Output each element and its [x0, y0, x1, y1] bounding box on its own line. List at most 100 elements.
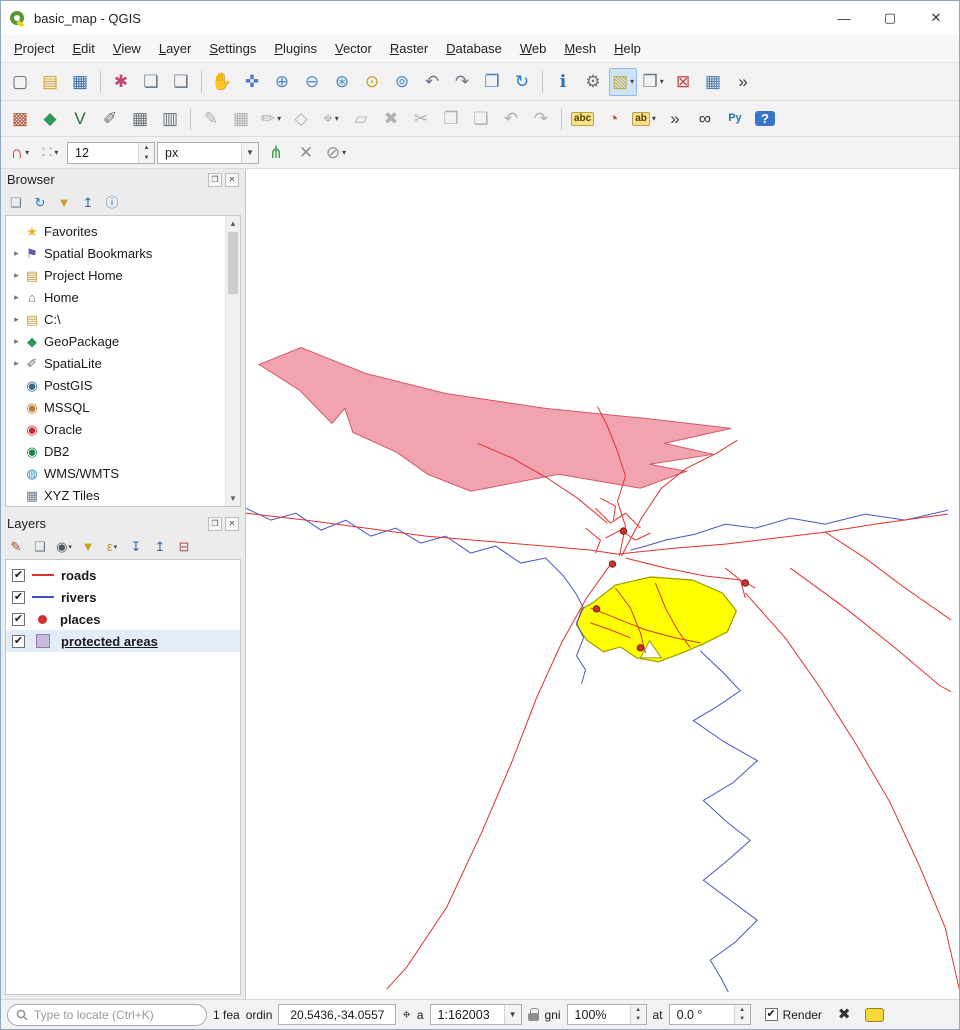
menu-layer[interactable]: Layer — [150, 37, 201, 60]
expand-arrow-icon[interactable]: ▸ — [10, 292, 23, 303]
new-virtual-layer-button[interactable]: ▥ — [156, 105, 184, 133]
browser-scrollbar[interactable]: ▲ ▼ — [225, 216, 240, 506]
coordinate-input[interactable]: 20.5436,-34.0557 — [278, 1004, 396, 1025]
select-features-dropdown-caret[interactable]: ▾ — [630, 77, 634, 86]
snapping-tolerance-spinbox[interactable]: 12 ▲ ▼ — [67, 142, 155, 164]
layer-name[interactable]: places — [60, 612, 100, 627]
menu-view[interactable]: View — [104, 37, 150, 60]
browser-filter-button[interactable]: ▼ — [53, 192, 75, 214]
pan-to-selection-button[interactable]: ✜ — [238, 68, 266, 96]
layer-checkbox[interactable]: ✔ — [12, 591, 25, 604]
labeling-toolbar-button[interactable]: ab▾ — [629, 105, 659, 133]
refresh-map-button[interactable]: ↻ — [508, 68, 536, 96]
layers-float-icon[interactable]: ❐ — [208, 517, 222, 531]
map-canvas[interactable] — [246, 169, 959, 999]
extents-toggle-icon[interactable]: ⌖ — [402, 1007, 410, 1022]
open-layer-styling-button[interactable]: ✎ — [5, 536, 27, 558]
filter-by-expression-dropdown-caret[interactable]: ▾ — [114, 543, 118, 551]
spin-up-icon[interactable]: ▲ — [735, 1005, 750, 1015]
browser-item-project-home[interactable]: ▸▤Project Home — [6, 264, 240, 286]
scroll-down-icon[interactable]: ▼ — [226, 491, 240, 506]
menu-web[interactable]: Web — [511, 37, 556, 60]
scale-combo[interactable]: 1:162003 ▼ — [430, 1004, 522, 1025]
scale-caret-icon[interactable]: ▼ — [504, 1005, 521, 1024]
snapping-toggle-dropdown-caret[interactable]: ▾ — [25, 148, 29, 157]
new-temporary-scratch-layer-button[interactable]: ▦ — [126, 105, 154, 133]
select-by-value-button[interactable]: ❒▾ — [639, 68, 667, 96]
data-source-manager-button[interactable]: ▩ — [6, 105, 34, 133]
collapse-all-button[interactable]: ↥ — [149, 536, 171, 558]
current-edits-dropdown-caret[interactable]: ▾ — [277, 114, 281, 123]
browser-item-xyz-tiles[interactable]: ▦XYZ Tiles — [6, 484, 240, 506]
browser-float-icon[interactable]: ❐ — [208, 173, 222, 187]
magnifier-spinbox[interactable]: 100% ▲ ▼ — [567, 1004, 647, 1025]
layer-item-rivers[interactable]: ✔rivers — [6, 586, 240, 608]
copy-features-button[interactable]: ❐ — [437, 105, 465, 133]
browser-item-favorites[interactable]: ★Favorites — [6, 220, 240, 242]
minimize-button[interactable]: — — [821, 1, 867, 35]
browser-properties-button[interactable]: ⓘ — [101, 192, 123, 214]
rotation-spinbox[interactable]: 0.0 ° ▲ ▼ — [669, 1004, 751, 1025]
expand-arrow-icon[interactable]: ▸ — [10, 358, 23, 369]
browser-collapse-all-button[interactable]: ↥ — [77, 192, 99, 214]
menu-mesh[interactable]: Mesh — [555, 37, 605, 60]
new-project-button[interactable]: ▢ — [6, 68, 34, 96]
render-checkbox[interactable]: ✔ — [765, 1008, 778, 1021]
locate-search[interactable] — [7, 1004, 207, 1026]
cut-features-button[interactable]: ✂ — [407, 105, 435, 133]
avoid-overlap-dropdown-caret[interactable]: ▾ — [342, 148, 346, 157]
layer-item-roads[interactable]: ✔roads — [6, 564, 240, 586]
browser-add-layers-button[interactable]: ❏ — [5, 192, 27, 214]
layer-checkbox[interactable]: ✔ — [12, 635, 25, 648]
layer-checkbox[interactable]: ✔ — [12, 569, 25, 582]
filter-legend-button[interactable]: ▼ — [77, 536, 99, 558]
expand-arrow-icon[interactable]: ▸ — [10, 314, 23, 325]
browser-item-spatial-bookmarks[interactable]: ▸⚑Spatial Bookmarks — [6, 242, 240, 264]
browser-item-mssql[interactable]: ◉MSSQL — [6, 396, 240, 418]
save-project-button[interactable]: ▦ — [66, 68, 94, 96]
browser-item-oracle[interactable]: ◉Oracle — [6, 418, 240, 440]
layer-item-places[interactable]: ✔places — [6, 608, 240, 630]
save-layer-edits-button[interactable]: ▦ — [227, 105, 255, 133]
layers-close-icon[interactable]: ✕ — [225, 517, 239, 531]
style-manager-button[interactable]: ✱ — [107, 68, 135, 96]
delete-selected-button[interactable]: ✖ — [377, 105, 405, 133]
snapping-mode-dropdown-caret[interactable]: ▾ — [54, 148, 58, 157]
new-spatialite-layer-button[interactable]: ✐ — [96, 105, 124, 133]
browser-item-geopackage[interactable]: ▸◆GeoPackage — [6, 330, 240, 352]
add-feature-button[interactable]: ◇ — [287, 105, 315, 133]
toggle-editing-button[interactable]: ✎ — [197, 105, 225, 133]
redo-button[interactable]: ↷ — [527, 105, 555, 133]
deselect-features-button[interactable]: ⊠ — [669, 68, 697, 96]
pan-map-button[interactable]: ✋ — [208, 68, 236, 96]
identify-features-button[interactable]: ℹ — [549, 68, 577, 96]
zoom-to-selection-button[interactable]: ⊙ — [358, 68, 386, 96]
zoom-to-layer-button[interactable]: ⊚ — [388, 68, 416, 96]
menu-project[interactable]: Project — [5, 37, 63, 60]
expand-arrow-icon[interactable]: ▸ — [10, 248, 23, 259]
stop-rendering-icon[interactable]: ✖ — [838, 1007, 851, 1022]
statistical-summary-button[interactable]: ▦ — [699, 68, 727, 96]
expand-arrow-icon[interactable]: ▸ — [10, 336, 23, 347]
layer-item-protected-areas[interactable]: ✔protected areas — [6, 630, 240, 652]
zoom-out-button[interactable]: ⊖ — [298, 68, 326, 96]
menu-settings[interactable]: Settings — [200, 37, 265, 60]
zoom-full-extent-button[interactable]: ⊛ — [328, 68, 356, 96]
expand-arrow-icon[interactable]: ▸ — [10, 270, 23, 281]
menu-plugins[interactable]: Plugins — [265, 37, 326, 60]
browser-item-home[interactable]: ▸⌂Home — [6, 286, 240, 308]
layer-diagram-button[interactable]: ◔ — [599, 105, 627, 133]
vertex-tool-dropdown-caret[interactable]: ▾ — [335, 114, 339, 123]
select-by-value-dropdown-caret[interactable]: ▾ — [660, 77, 664, 86]
menu-help[interactable]: Help — [605, 37, 650, 60]
avoid-overlap-button[interactable]: ⊘▾ — [322, 139, 350, 167]
snapping-mode-button[interactable]: ∷▾ — [36, 139, 64, 167]
expand-all-button[interactable]: ↧ — [125, 536, 147, 558]
toolbar-overflow-2-button[interactable]: » — [661, 105, 689, 133]
zoom-last-button[interactable]: ↶ — [418, 68, 446, 96]
manage-map-themes-dropdown-caret[interactable]: ▾ — [68, 543, 72, 551]
snapping-toggle-button[interactable]: ∩▾ — [6, 139, 34, 167]
show-layout-manager-button[interactable]: ❑ — [167, 68, 195, 96]
maximize-button[interactable]: ▢ — [867, 1, 913, 35]
menu-vector[interactable]: Vector — [326, 37, 381, 60]
